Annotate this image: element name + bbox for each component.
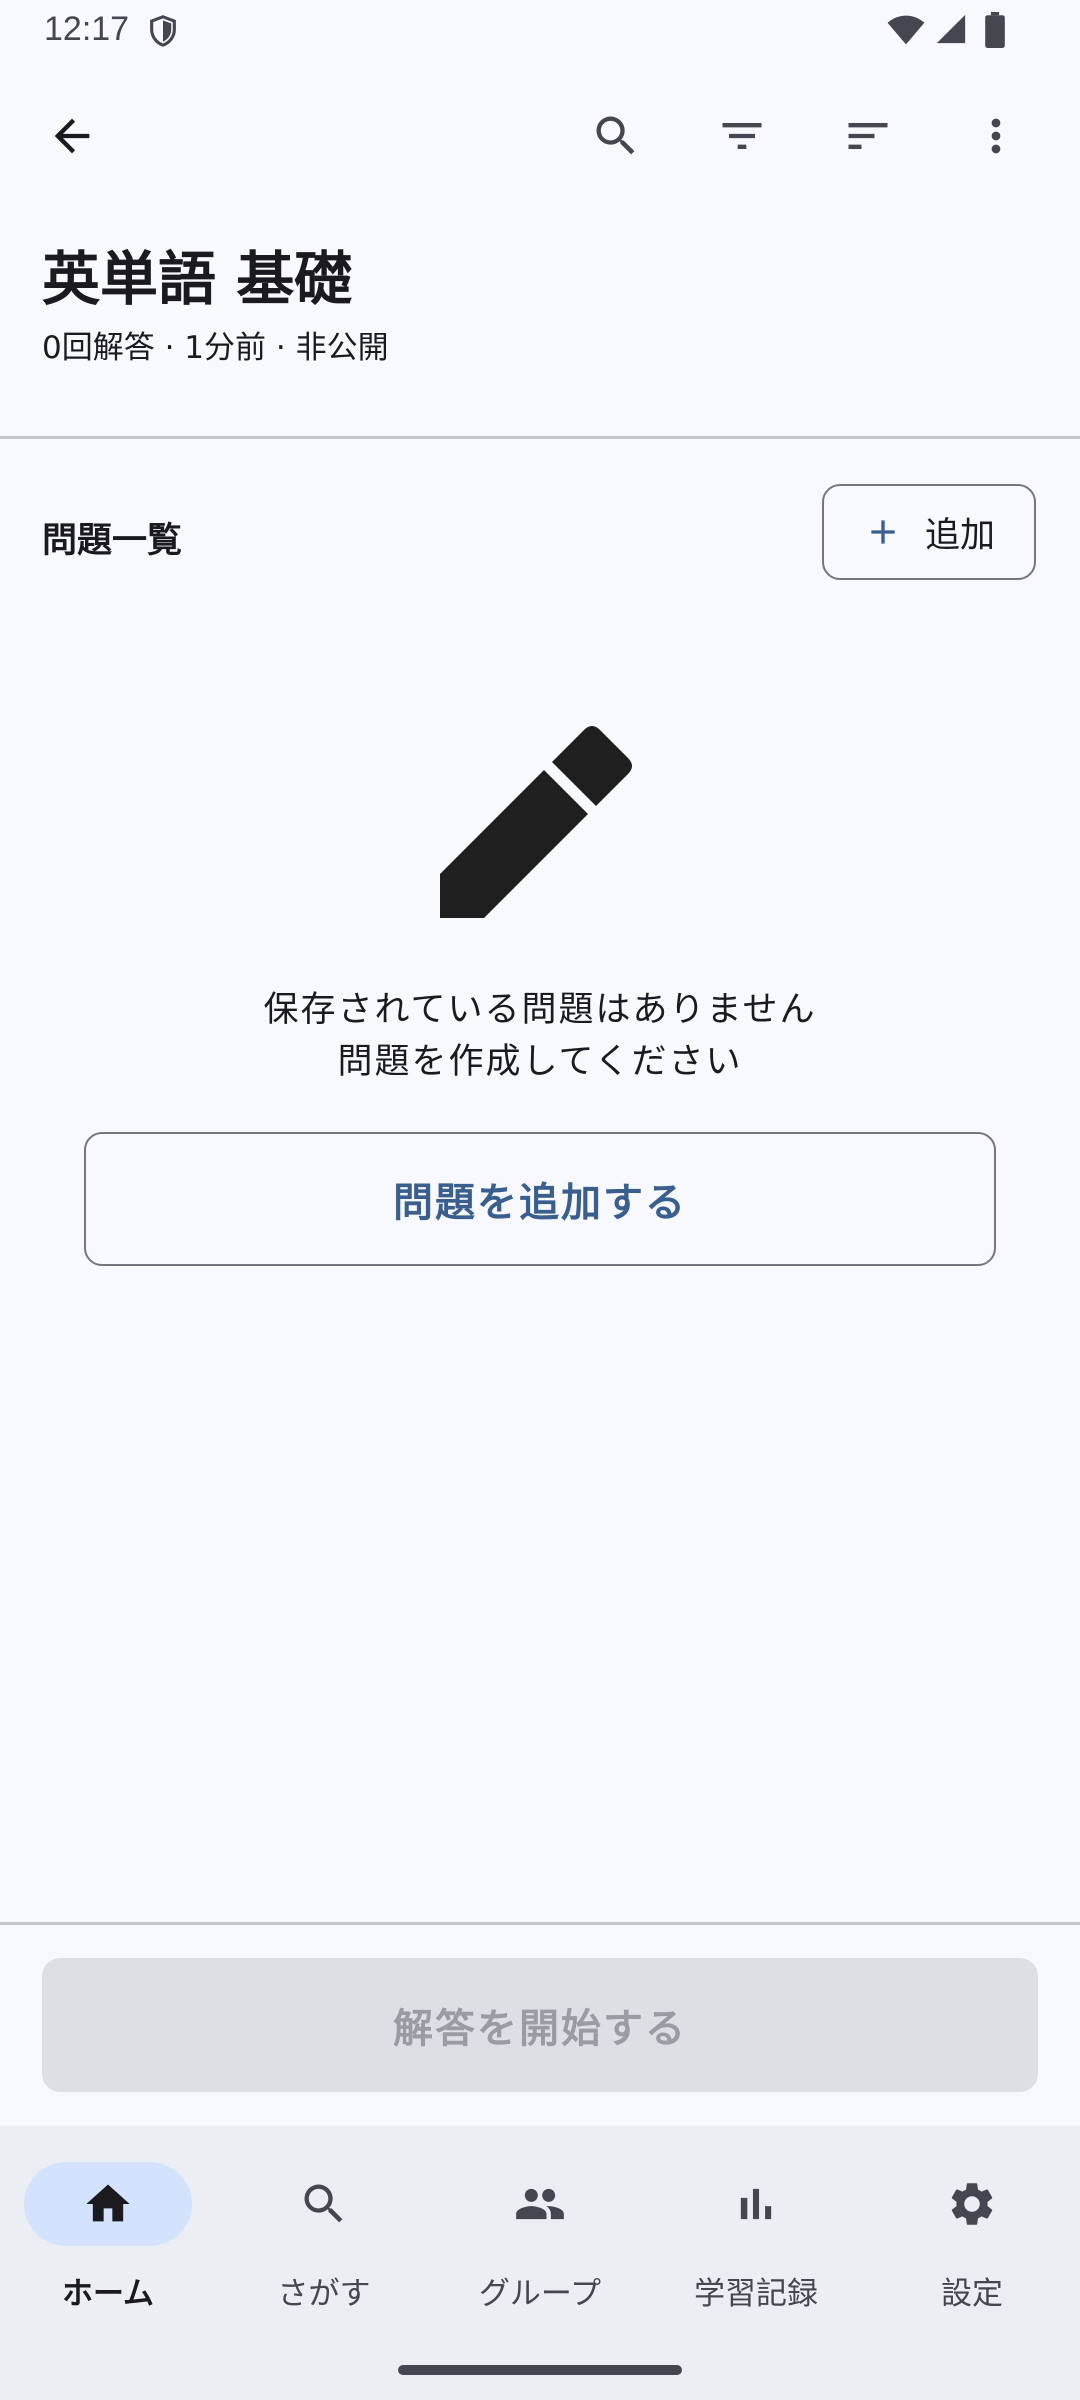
search-button[interactable] (568, 88, 664, 184)
settings-icon (951, 2183, 993, 2225)
gesture-home-indicator[interactable] (398, 2365, 682, 2375)
screen: 12:17 英単語 基礎 0回解答 · 1分前 · 非公開 問題一覧 追加 保存… (0, 0, 1080, 2400)
group-icon (516, 2188, 564, 2220)
bottom-navigation: ホーム さがす グループ 学習記録 設定 (0, 2126, 1080, 2400)
sort-button[interactable] (820, 88, 916, 184)
search-icon (596, 116, 635, 155)
empty-message-line-1: 保存されている問題はありません (263, 990, 817, 1030)
empty-message: 保存されている問題はありません 問題を作成してください (0, 984, 1080, 1088)
more-options-button[interactable] (948, 88, 1044, 184)
nav-label-settings: 設定 (941, 2276, 1003, 2312)
pencil-icon (440, 726, 632, 918)
filter-button[interactable] (694, 88, 790, 184)
add-question-button[interactable]: 問題を追加する (84, 1132, 996, 1266)
top-app-bar (0, 76, 1080, 196)
wifi-icon (887, 15, 925, 45)
battery-icon (985, 12, 1005, 48)
nav-item-learning-record[interactable]: 学習記録 (648, 2162, 864, 2322)
nav-label-learning-record: 学習記録 (694, 2276, 818, 2312)
page-title: 英単語 基礎 (42, 245, 353, 313)
plus-icon (871, 520, 895, 544)
sort-icon (848, 123, 888, 149)
filter-icon (722, 123, 762, 149)
status-time: 12:17 (44, 10, 130, 48)
page-meta: 0回解答 · 1分前 · 非公開 (42, 330, 389, 366)
signal-icon (936, 14, 966, 44)
empty-message-line-2: 問題を作成してください (337, 1042, 743, 1082)
nav-label-search: さがす (277, 2276, 371, 2312)
search-icon (304, 2184, 343, 2223)
header-divider (0, 436, 1080, 439)
status-bar: 12:17 (0, 0, 1080, 60)
nav-item-group[interactable]: グループ (432, 2162, 648, 2322)
section-title: 問題一覧 (42, 521, 183, 561)
nav-item-settings[interactable]: 設定 (864, 2162, 1080, 2322)
nav-label-group: グループ (478, 2276, 602, 2312)
add-button[interactable]: 追加 (822, 484, 1036, 580)
arrow-back-icon (54, 118, 90, 154)
nav-item-home[interactable]: ホーム (0, 2162, 216, 2322)
start-answering-button[interactable]: 解答を開始する (42, 1958, 1038, 2092)
add-button-label: 追加 (924, 515, 995, 556)
footer-divider (0, 1922, 1080, 1925)
back-button[interactable] (24, 88, 120, 184)
nav-label-home: ホーム (61, 2276, 155, 2312)
nav-item-search[interactable]: さがす (216, 2162, 432, 2322)
shield-icon (150, 15, 176, 47)
bar-chart-icon (740, 2188, 772, 2220)
more-vert-icon (991, 118, 1001, 154)
home-icon (86, 2184, 130, 2222)
